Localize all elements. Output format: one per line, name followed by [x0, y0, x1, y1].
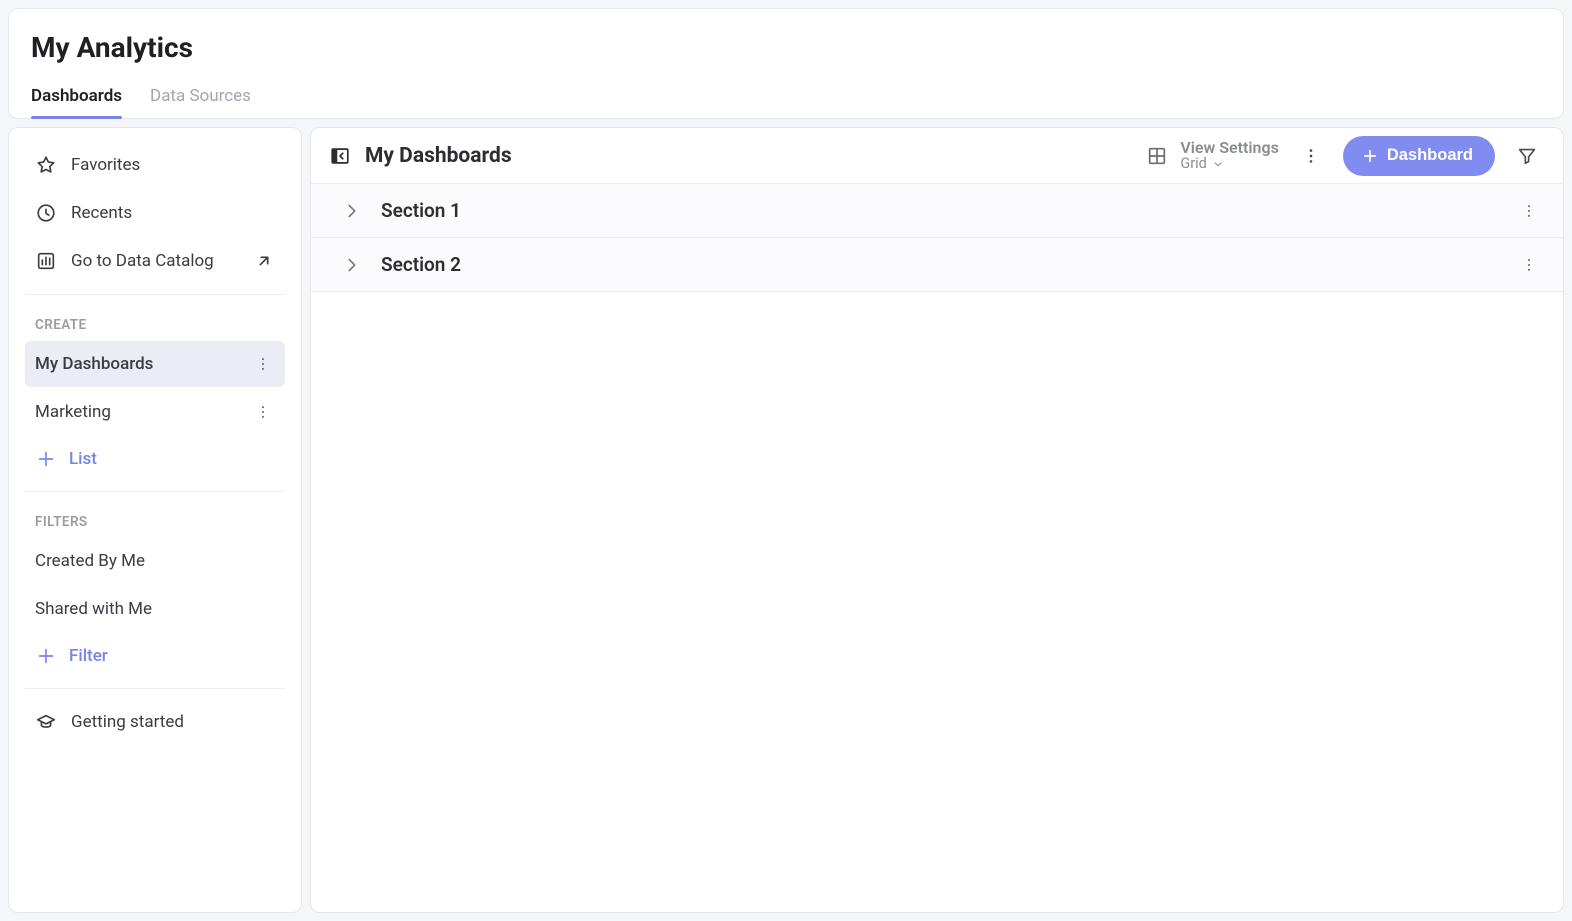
sidebar-item-label: Shared with Me — [35, 599, 152, 619]
sidebar-item-recents[interactable]: Recents — [25, 190, 285, 236]
sidebar-item-favorites[interactable]: Favorites — [25, 142, 285, 188]
sidebar-item-data-catalog[interactable]: Go to Data Catalog — [25, 238, 285, 284]
add-list-label: List — [69, 449, 97, 469]
main-header: My Dashboards View Settings Grid — [311, 128, 1563, 184]
sidebar-item-label: Favorites — [71, 155, 140, 175]
sidebar-item-marketing[interactable]: Marketing — [25, 389, 285, 435]
divider — [25, 491, 285, 492]
sidebar-filter-shared-with-me[interactable]: Shared with Me — [25, 586, 285, 632]
body-row: Favorites Recents Go to Data Catalog — [8, 127, 1564, 913]
chevron-down-icon — [1211, 157, 1225, 171]
sidebar-item-label: Getting started — [71, 712, 184, 732]
section-row[interactable]: Section 2 — [311, 238, 1563, 292]
sidebar-section-create: CREATE — [25, 305, 285, 339]
add-list-button[interactable]: List — [25, 437, 285, 481]
chevron-right-icon — [341, 254, 363, 276]
plus-icon — [35, 448, 57, 470]
app-title: My Analytics — [31, 31, 1541, 64]
catalog-icon — [35, 250, 57, 272]
divider — [25, 294, 285, 295]
section-row[interactable]: Section 1 — [311, 184, 1563, 238]
view-settings-title: View Settings — [1180, 139, 1279, 157]
divider — [25, 688, 285, 689]
tab-data-sources[interactable]: Data Sources — [150, 78, 251, 118]
sidebar-item-label: Created By Me — [35, 551, 145, 571]
star-icon — [35, 154, 57, 176]
view-settings-text: View Settings Grid — [1180, 139, 1279, 173]
main-panel: My Dashboards View Settings Grid — [310, 127, 1564, 913]
sidebar-section-filters: FILTERS — [25, 502, 285, 536]
page-header: My Analytics Dashboards Data Sources — [8, 8, 1564, 119]
collapse-sidebar-icon[interactable] — [329, 145, 351, 167]
sidebar-item-label: Marketing — [35, 402, 111, 422]
clock-icon — [35, 202, 57, 224]
external-link-icon — [253, 250, 275, 272]
grad-cap-icon — [35, 711, 57, 733]
app-frame: My Analytics Dashboards Data Sources Fav… — [0, 0, 1572, 921]
filter-button[interactable] — [1509, 138, 1545, 174]
view-settings-mode: Grid — [1180, 156, 1207, 172]
add-dashboard-button[interactable]: Dashboard — [1343, 136, 1495, 176]
grid-icon — [1146, 145, 1168, 167]
section-title: Section 1 — [381, 199, 461, 222]
sidebar-item-label: Recents — [71, 203, 132, 223]
plus-icon — [35, 645, 57, 667]
sidebar-filter-created-by-me[interactable]: Created By Me — [25, 538, 285, 584]
sidebar-item-getting-started[interactable]: Getting started — [25, 699, 285, 745]
more-icon[interactable] — [251, 400, 275, 424]
main-more-button[interactable] — [1293, 138, 1329, 174]
sidebar-item-label: My Dashboards — [35, 354, 153, 374]
section-title: Section 2 — [381, 253, 461, 276]
tab-bar: Dashboards Data Sources — [31, 78, 1541, 118]
more-icon[interactable] — [251, 352, 275, 376]
sidebar-item-my-dashboards[interactable]: My Dashboards — [25, 341, 285, 387]
chevron-right-icon — [341, 200, 363, 222]
section-more-button[interactable] — [1517, 199, 1541, 223]
tab-dashboards[interactable]: Dashboards — [31, 78, 122, 118]
add-dashboard-label: Dashboard — [1387, 146, 1473, 165]
view-settings-toggle[interactable]: View Settings Grid — [1146, 139, 1279, 173]
main-title: My Dashboards — [365, 144, 512, 168]
sidebar: Favorites Recents Go to Data Catalog — [8, 127, 302, 913]
section-more-button[interactable] — [1517, 253, 1541, 277]
sidebar-item-label: Go to Data Catalog — [71, 251, 214, 271]
add-filter-label: Filter — [69, 646, 108, 666]
plus-icon — [1361, 147, 1379, 165]
add-filter-button[interactable]: Filter — [25, 634, 285, 678]
